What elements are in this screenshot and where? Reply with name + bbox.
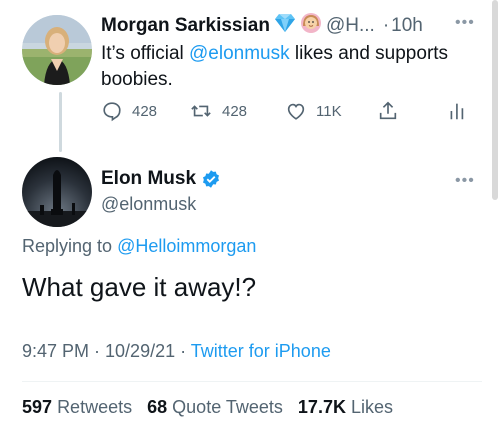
retweets-count[interactable]: 597 <box>22 397 52 417</box>
retweet-button[interactable]: 428 <box>189 100 247 122</box>
likes-count[interactable]: 17.7K <box>298 397 346 417</box>
quotes-label[interactable]: Quote Tweets <box>172 397 283 417</box>
parent-header: Morgan Sarkissian @H... · 10h <box>101 12 423 40</box>
comment-icon <box>103 102 121 122</box>
divider <box>22 381 482 382</box>
main-author-name[interactable]: Elon Musk <box>101 168 196 190</box>
parent-mention-link[interactable]: @elonmusk <box>189 43 290 64</box>
engagement-stats: 597 Retweets 68 Quote Tweets 17.7K Likes <box>22 397 403 418</box>
thread-line <box>59 92 62 152</box>
retweet-icon <box>191 105 211 117</box>
scrollbar[interactable] <box>492 0 498 200</box>
like-button[interactable]: 11K <box>285 100 342 122</box>
analytics-button[interactable] <box>447 100 476 122</box>
replying-to-line: Replying to @Helloimmorgan <box>22 236 256 257</box>
parent-text-prefix: It’s official <box>101 43 190 64</box>
main-handle[interactable]: @elonmusk <box>101 194 221 215</box>
like-count: 11K <box>316 102 342 120</box>
analytics-icon <box>450 103 464 120</box>
parent-tweet-text: It’s official @elonmusk likes and suppor… <box>101 41 491 93</box>
parent-more-icon[interactable]: ••• <box>455 14 475 32</box>
main-tweet-text: What gave it away!? <box>22 272 257 302</box>
main-avatar[interactable] <box>22 157 92 227</box>
verified-badge-icon <box>203 170 220 188</box>
separator-dot: · <box>382 15 390 36</box>
share-button[interactable] <box>377 100 408 122</box>
woman-emoji-icon <box>300 12 322 40</box>
gem-emoji-icon <box>274 13 296 39</box>
retweet-count: 428 <box>222 102 248 120</box>
likes-label[interactable]: Likes <box>351 397 393 417</box>
tweet-source-link[interactable]: Twitter for iPhone <box>191 341 331 361</box>
reply-count: 428 <box>132 102 158 120</box>
heart-icon <box>287 103 305 120</box>
reply-button[interactable]: 428 <box>101 100 157 122</box>
tweet-meta: 9:47 PM · 10/29/21 · Twitter for iPhone <box>22 341 331 362</box>
quotes-count[interactable]: 68 <box>147 397 167 417</box>
parent-timestamp[interactable]: 10h <box>391 15 423 37</box>
parent-avatar[interactable] <box>22 15 92 85</box>
main-more-icon[interactable]: ••• <box>455 172 475 190</box>
replying-prefix: Replying to <box>22 236 118 256</box>
share-icon <box>379 101 397 120</box>
parent-action-bar: 428 428 11K <box>101 100 481 126</box>
tweet-timestamp[interactable]: 9:47 PM · 10/29/21 · <box>22 341 191 361</box>
parent-author-name[interactable]: Morgan Sarkissian <box>101 15 270 37</box>
replying-to-link[interactable]: @Helloimmorgan <box>117 236 256 256</box>
retweets-label[interactable]: Retweets <box>57 397 132 417</box>
main-header: Elon Musk @elonmusk <box>101 168 221 215</box>
parent-handle[interactable]: @H... <box>326 15 375 37</box>
